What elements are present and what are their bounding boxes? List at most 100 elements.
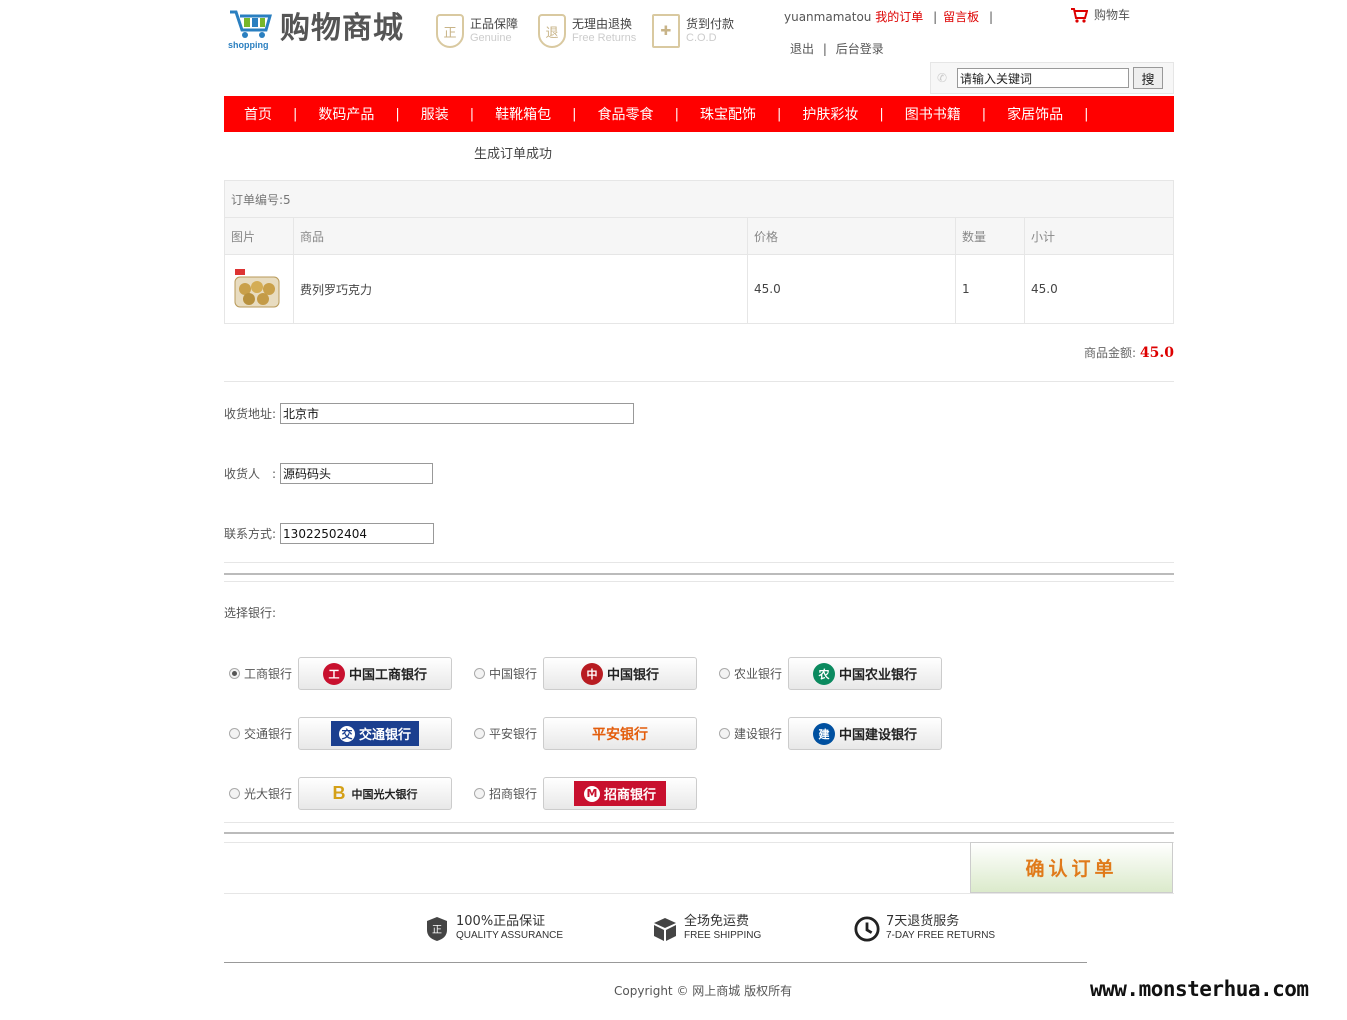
bank-logo-card[interactable]: 建 中国建设银行 (788, 717, 942, 750)
cart-link[interactable]: 购物车 (1070, 6, 1130, 23)
boc-logo-icon: 中 (580, 662, 603, 685)
bank-option-pingan[interactable]: 平安银行 平安银行 (474, 717, 697, 750)
divider (224, 832, 1174, 834)
bank-radio[interactable] (719, 668, 730, 679)
shopping-cart-icon (1071, 7, 1088, 23)
bank-logo-card[interactable]: B 中国光大银行 (298, 777, 452, 810)
order-number: 订单编号:5 (224, 180, 1174, 218)
cart-label: 购物车 (1094, 8, 1131, 22)
watermark: www.monsterhua.com (1090, 977, 1309, 1001)
divider (224, 581, 1174, 582)
logo[interactable]: shopping 购物商城 (228, 8, 404, 50)
bank-card-name: 中国银行 (606, 668, 659, 683)
product-image[interactable] (231, 263, 283, 315)
product-quantity: 1 (955, 254, 1025, 324)
confirm-order-button[interactable]: 确认订单 (970, 842, 1173, 893)
bank-radio[interactable] (229, 668, 240, 679)
product-subtotal: 45.0 (1024, 254, 1174, 324)
promise-genuine: 正 正品保障 Genuine (436, 14, 518, 48)
nav-separator: | (879, 106, 884, 122)
bank-option-ceb[interactable]: 光大银行 B 中国光大银行 (229, 777, 452, 810)
feature-returns: 7天退货服务 7-DAY FREE RETURNS (854, 915, 995, 943)
phone-label: 联系方式: (224, 527, 277, 541)
order-total: 商品金额: 45.0 (1084, 344, 1174, 361)
bank-radio[interactable] (474, 788, 485, 799)
my-orders-link[interactable]: 我的订单 (875, 10, 923, 24)
bank-radio[interactable] (229, 788, 240, 799)
bank-logo-card[interactable]: 工 中国工商银行 (298, 657, 452, 690)
feature-en: 7-DAY FREE RETURNS (886, 930, 996, 941)
address-field: 收货地址: (224, 403, 635, 424)
ccb-logo-icon: 建 (812, 722, 835, 745)
separator: | (933, 10, 938, 24)
column-header-price: 价格 (747, 217, 956, 255)
promise-cn: 正品保障 (470, 17, 519, 31)
message-board-link[interactable]: 留言板 (943, 10, 979, 24)
copyright: Copyright © 网上商城 版权所有 (614, 984, 793, 998)
promise-en: Genuine (470, 32, 512, 44)
cart-logo-icon: shopping (228, 8, 276, 50)
nav-item-clothing[interactable]: 服装 (421, 104, 449, 124)
column-header-product: 商品 (293, 217, 748, 255)
bank-logo-card[interactable]: 平安银行 (543, 717, 697, 750)
bank-logo-card[interactable]: 交 交通银行 (298, 717, 452, 750)
bank-option-ccb[interactable]: 建设银行 建 中国建设银行 (719, 717, 942, 750)
admin-login-link[interactable]: 后台登录 (836, 42, 884, 56)
total-label: 商品金额: (1084, 346, 1137, 360)
user-bar-secondary: 退出 | 后台登录 (790, 40, 884, 57)
bank-radio[interactable] (719, 728, 730, 739)
bank-card-name: 中国光大银行 (351, 787, 418, 801)
promise-returns: 退 无理由退换 Free Returns (538, 14, 636, 48)
shipping-box-icon (652, 915, 678, 943)
nav-item-books[interactable]: 图书书籍 (905, 104, 961, 124)
bank-name: 工商银行 (244, 667, 293, 681)
feature-en: QUALITY ASSURANCE (456, 930, 564, 941)
bank-name: 平安银行 (489, 727, 538, 741)
promise-en: Free Returns (572, 32, 637, 44)
bank-card-name: 中国农业银行 (838, 668, 917, 683)
bank-radio[interactable] (474, 668, 485, 679)
separator: | (822, 42, 827, 56)
bank-option-cmb[interactable]: 招商银行 M 招商银行 (474, 777, 697, 810)
bank-logo-card[interactable]: 农 中国农业银行 (788, 657, 942, 690)
bank-radio[interactable] (474, 728, 485, 739)
search-input[interactable] (957, 68, 1129, 88)
promise-cod: ✚ 货到付款 C.O.D (652, 14, 734, 48)
column-header-subtotal: 小计 (1024, 217, 1174, 255)
nav-item-home[interactable]: 首页 (244, 104, 272, 124)
divider (224, 562, 1174, 563)
phone-input[interactable] (280, 523, 435, 544)
receiver-field: 收货人 : (224, 463, 434, 484)
bank-logo-card[interactable]: M 招商银行 (543, 777, 697, 810)
bank-radio[interactable] (229, 728, 240, 739)
logout-link[interactable]: 退出 (790, 42, 814, 56)
bank-option-boc[interactable]: 中国银行 中 中国银行 (474, 657, 697, 690)
bank-name: 招商银行 (489, 787, 538, 801)
address-input[interactable] (280, 403, 635, 424)
search-button[interactable]: 搜 (1133, 67, 1163, 89)
bank-card-name: 交通银行 (358, 728, 411, 743)
nav-item-food[interactable]: 食品零食 (598, 104, 654, 124)
divider (224, 893, 1174, 894)
bank-option-abc[interactable]: 农业银行 农 中国农业银行 (719, 657, 942, 690)
box-cod-icon: ✚ (652, 14, 680, 48)
nav-item-digital[interactable]: 数码产品 (318, 104, 374, 124)
order-table: 订单编号:5 图片 商品 价格 数量 小计 费列罗巧克力 45.0 1 45.0 (224, 180, 1174, 324)
nav-item-jewelry[interactable]: 珠宝配饰 (700, 104, 756, 124)
product-price: 45.0 (747, 254, 956, 324)
abc-logo-icon: 农 (812, 662, 835, 685)
nav-item-shoes-bags[interactable]: 鞋靴箱包 (495, 104, 551, 124)
user-bar: yuanmamatou 我的订单 | 留言板 | (784, 8, 999, 25)
feature-shipping: 全场免运费 FREE SHIPPING (652, 915, 761, 943)
bank-option-bocom[interactable]: 交通银行 交 交通银行 (229, 717, 452, 750)
product-name: 费列罗巧克力 (293, 254, 748, 324)
bank-name: 交通银行 (244, 727, 293, 741)
receiver-input[interactable] (280, 463, 434, 484)
bank-name: 建设银行 (734, 727, 783, 741)
bank-option-icbc[interactable]: 工商银行 工 中国工商银行 (229, 657, 452, 690)
bank-logo-card[interactable]: 中 中国银行 (543, 657, 697, 690)
nav-separator: | (776, 106, 782, 122)
bank-name: 中国银行 (489, 667, 538, 681)
nav-item-home-decor[interactable]: 家居饰品 (1007, 104, 1063, 124)
nav-item-cosmetics[interactable]: 护肤彩妆 (802, 104, 858, 124)
